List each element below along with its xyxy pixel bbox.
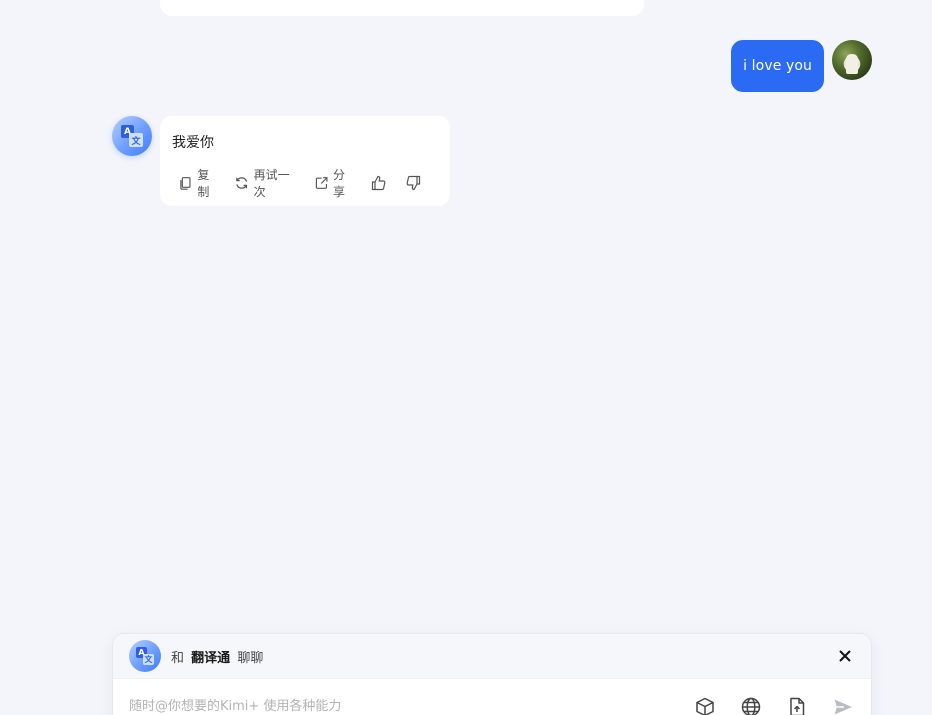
- web-search-button[interactable]: [739, 695, 763, 715]
- kimi-plus-button[interactable]: [693, 695, 717, 715]
- share-label: 分享: [333, 168, 346, 199]
- composer-header: A 文 和 翻译通 聊聊: [113, 634, 871, 679]
- close-icon: [839, 650, 851, 662]
- copy-button[interactable]: 复制: [178, 166, 220, 200]
- bot-message-row: A 文 我爱你 复制 再试一次 分享: [112, 116, 450, 206]
- copy-icon: [180, 177, 191, 190]
- composer-body: [113, 679, 871, 715]
- user-avatar[interactable]: [832, 40, 872, 80]
- share-button[interactable]: 分享: [314, 166, 356, 200]
- chat-with-suffix: 聊聊: [237, 650, 264, 666]
- chat-composer: A 文 和 翻译通 聊聊: [112, 633, 872, 715]
- message-input[interactable]: [129, 691, 671, 715]
- upload-file-button[interactable]: [785, 695, 809, 715]
- send-button[interactable]: [831, 695, 855, 715]
- previous-message-card: [160, 0, 644, 16]
- retry-button[interactable]: 再试一次: [234, 166, 299, 200]
- close-button[interactable]: [835, 646, 855, 666]
- chat-with-prefix: 和: [171, 650, 185, 666]
- user-message-row: i love you: [731, 40, 872, 92]
- translate-zh-icon: 文: [143, 654, 154, 665]
- send-icon: [834, 699, 852, 714]
- user-message-bubble: i love you: [731, 40, 824, 92]
- bot-avatar[interactable]: A 文: [112, 116, 152, 156]
- dislike-button[interactable]: [404, 174, 422, 192]
- refresh-icon: [236, 177, 248, 189]
- bot-message-card: 我爱你 复制 再试一次 分享: [160, 116, 450, 206]
- bot-message-text: 我爱你: [172, 135, 214, 151]
- cube-icon: [696, 697, 714, 715]
- chat-with-label: 和 翻译通 聊聊: [171, 647, 263, 666]
- thumbs-down-icon: [406, 175, 421, 191]
- like-button[interactable]: [370, 174, 388, 192]
- translate-zh-icon: 文: [129, 133, 143, 147]
- share-icon: [315, 177, 328, 189]
- composer-bot-avatar: A 文: [129, 640, 161, 672]
- copy-label: 复制: [197, 168, 210, 199]
- file-upload-icon: [790, 697, 805, 715]
- message-actions: 复制 再试一次 分享: [172, 166, 438, 200]
- thumbs-up-icon: [371, 175, 386, 191]
- globe-icon: [741, 697, 761, 715]
- bot-name: 翻译通: [191, 650, 231, 666]
- user-message-text: i love you: [743, 58, 812, 74]
- retry-label: 再试一次: [253, 168, 290, 199]
